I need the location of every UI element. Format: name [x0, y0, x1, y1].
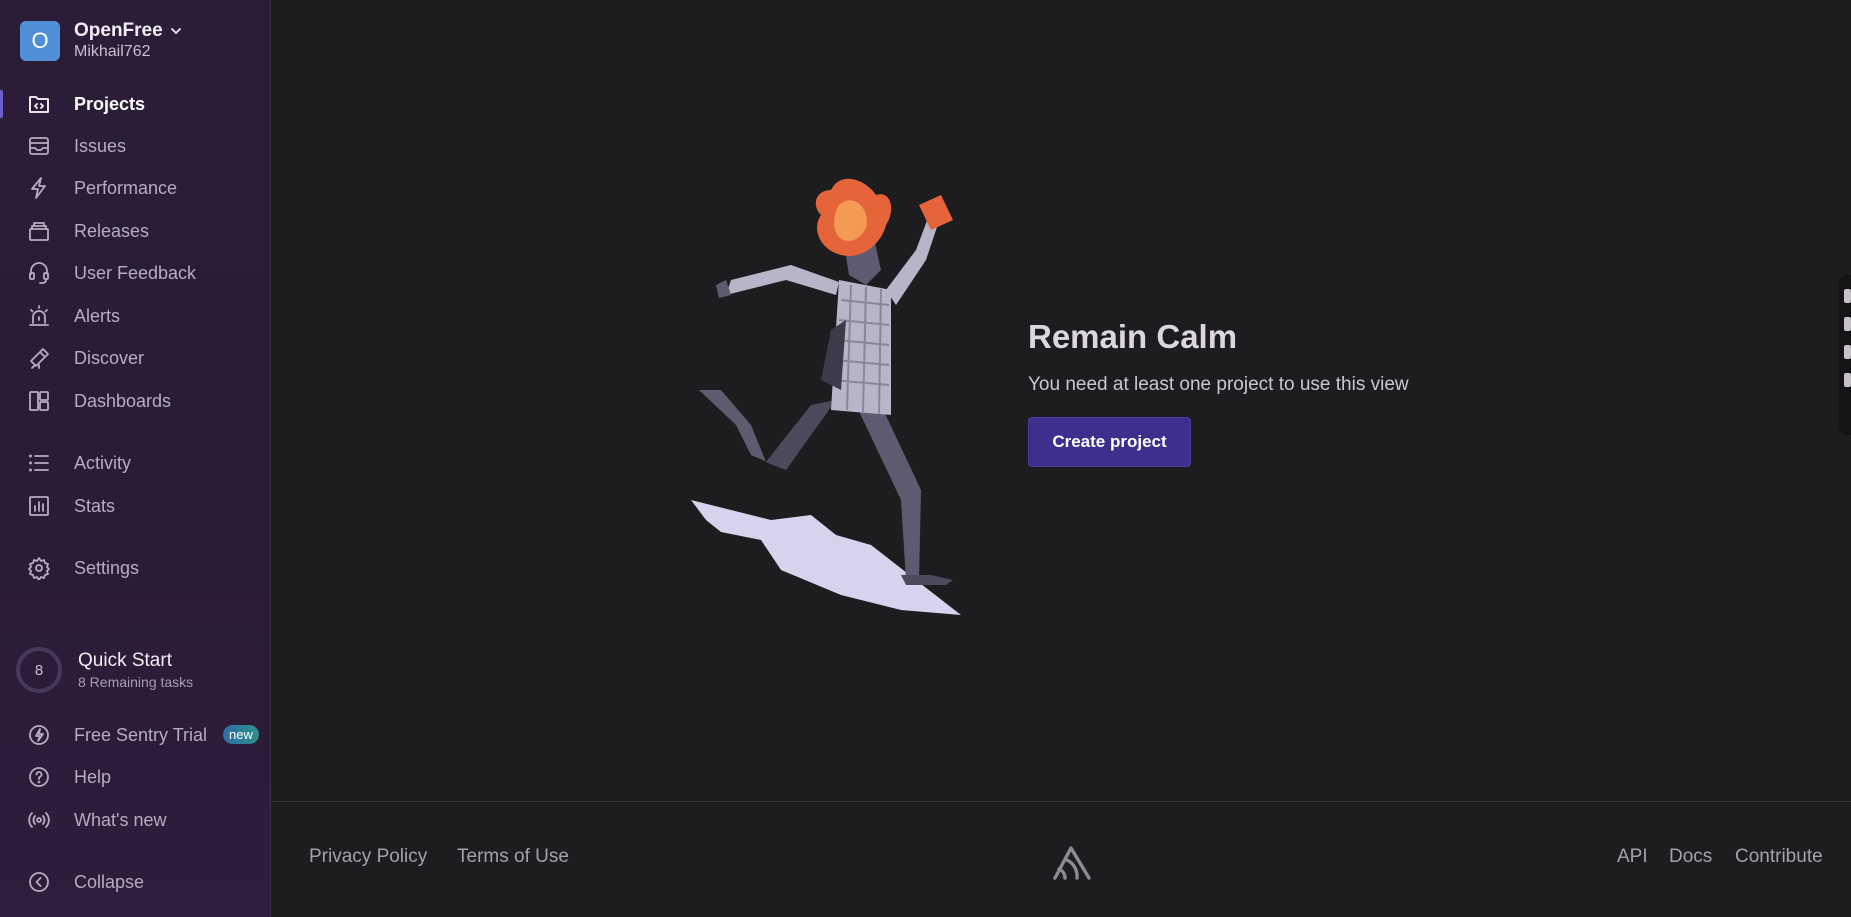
sidebar-item-label: Stats	[74, 495, 116, 516]
sidebar-item-label: Alerts	[74, 305, 121, 326]
empty-state: Remain Calm You need at least one projec…	[1028, 318, 1409, 467]
sidebar: O OpenFree Mikhail762 Projects Issues Pe…	[0, 0, 271, 917]
sidebar-collapse-button[interactable]: Collapse	[0, 862, 271, 902]
user-feedback-icon	[26, 260, 52, 286]
projects-icon	[26, 91, 52, 117]
sidebar-item-label: What's new	[74, 809, 167, 830]
sidebar-item-stats[interactable]: Stats	[0, 486, 271, 526]
sidebar-item-help[interactable]: Help	[0, 757, 271, 797]
alerts-icon	[26, 303, 52, 329]
sidebar-item-settings[interactable]: Settings	[0, 548, 271, 588]
issues-icon	[26, 133, 52, 159]
stats-icon	[26, 493, 52, 519]
collapse-icon	[26, 869, 52, 895]
sidebar-item-issues[interactable]: Issues	[0, 126, 271, 166]
org-avatar: O	[20, 20, 60, 61]
discover-icon	[26, 345, 52, 371]
feedback-widget-tab[interactable]	[1839, 275, 1851, 435]
quick-start-title: Quick Start	[78, 650, 172, 671]
chevron-down-icon	[170, 28, 181, 35]
sidebar-item-label: Dashboards	[74, 390, 172, 411]
main-content: Remain Calm You need at least one projec…	[271, 0, 1851, 917]
docs-link[interactable]: Docs	[1669, 846, 1712, 868]
performance-icon	[26, 175, 52, 201]
sidebar-item-whats-new[interactable]: What's new	[0, 800, 271, 840]
sidebar-item-label: Collapse	[74, 871, 145, 892]
empty-state-title: Remain Calm	[1028, 318, 1238, 355]
org-username: Mikhail762	[74, 43, 151, 60]
new-badge: new	[223, 725, 259, 744]
org-switcher[interactable]: O OpenFree Mikhail762	[20, 20, 183, 61]
sidebar-item-label: Projects	[74, 93, 146, 114]
privacy-policy-link[interactable]: Privacy Policy	[309, 846, 427, 868]
dashboards-icon	[26, 388, 52, 414]
footer: Privacy Policy Terms of Use API Docs Con…	[271, 801, 1851, 917]
sidebar-item-label: Help	[74, 766, 112, 787]
releases-icon	[26, 218, 52, 244]
lightning-icon	[26, 722, 52, 748]
quick-start-subtitle: 8 Remaining tasks	[78, 674, 194, 690]
empty-state-description: You need at least one project to use thi…	[1028, 374, 1409, 395]
sidebar-item-label: User Feedback	[74, 262, 197, 283]
sidebar-item-user-feedback[interactable]: User Feedback	[0, 253, 271, 293]
quick-start[interactable]: 8 Quick Start 8 Remaining tasks	[16, 647, 193, 693]
sentry-logo-icon	[1053, 846, 1091, 880]
activity-icon	[26, 450, 52, 476]
sidebar-item-label: Discover	[74, 347, 145, 368]
org-name: OpenFree	[74, 20, 163, 41]
settings-icon	[26, 555, 52, 581]
create-project-button[interactable]: Create project	[1028, 417, 1191, 467]
sidebar-item-releases[interactable]: Releases	[0, 211, 271, 251]
sidebar-item-performance[interactable]: Performance	[0, 168, 271, 208]
quick-start-progress-ring: 8	[16, 647, 62, 693]
sidebar-item-free-trial[interactable]: Free Sentry Trial new	[0, 715, 271, 755]
sidebar-item-label: Activity	[74, 452, 132, 473]
remain-calm-illustration	[691, 178, 961, 615]
help-icon	[26, 764, 52, 790]
sidebar-item-label: Releases	[74, 220, 150, 241]
sidebar-item-alerts[interactable]: Alerts	[0, 296, 271, 336]
api-link[interactable]: API	[1617, 846, 1648, 868]
contribute-link[interactable]: Contribute	[1735, 846, 1823, 868]
broadcast-icon	[26, 807, 52, 833]
sidebar-item-discover[interactable]: Discover	[0, 338, 271, 378]
sidebar-item-dashboards[interactable]: Dashboards	[0, 381, 271, 421]
terms-of-use-link[interactable]: Terms of Use	[457, 846, 569, 868]
sidebar-item-activity[interactable]: Activity	[0, 443, 271, 483]
sidebar-item-projects[interactable]: Projects	[0, 84, 271, 124]
sidebar-item-label: Settings	[74, 557, 140, 578]
sidebar-item-label: Free Sentry Trial	[74, 724, 208, 745]
sidebar-item-label: Performance	[74, 177, 178, 198]
sidebar-item-label: Issues	[74, 135, 127, 156]
